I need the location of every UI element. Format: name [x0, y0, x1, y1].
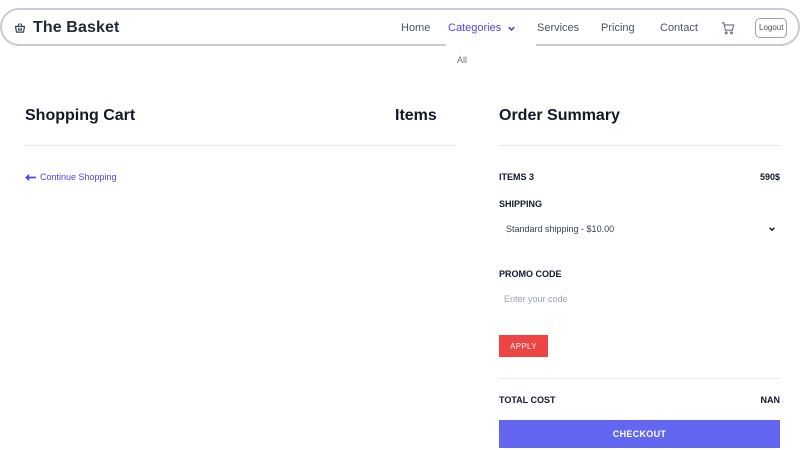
continue-shopping-label: Continue Shopping: [40, 172, 117, 182]
logout-button[interactable]: Logout: [755, 18, 788, 38]
category-item-all[interactable]: All: [457, 55, 467, 65]
promo-code-input[interactable]: [499, 287, 780, 311]
items-heading: Items: [395, 107, 437, 124]
chevron-down-icon: [769, 227, 775, 232]
promo-label: PROMO CODE: [499, 269, 562, 279]
navbar-gap: [446, 42, 536, 50]
nav-categories-label: Categories: [448, 22, 502, 34]
shipping-label: SHIPPING: [499, 199, 543, 209]
arrow-left-icon: [25, 173, 36, 181]
summary-divider-top: [499, 145, 780, 146]
nav-contact[interactable]: Contact: [660, 22, 698, 34]
total-cost-label: TOTAL COST: [499, 395, 556, 405]
apply-button[interactable]: APPLY: [499, 335, 548, 357]
cart-title: Shopping Cart: [25, 107, 136, 124]
nav-home[interactable]: Home: [401, 22, 430, 34]
summary-divider-bottom: [499, 378, 780, 379]
nav-services[interactable]: Services: [537, 22, 579, 34]
total-cost-value: NAN: [760, 395, 781, 405]
cart-icon[interactable]: [721, 21, 735, 35]
nav-categories[interactable]: Categories: [448, 22, 516, 34]
chevron-down-icon: [508, 26, 515, 31]
shipping-selected-value: Standard shipping - $10.00: [506, 224, 615, 234]
items-count-label: ITEMS 3: [499, 172, 535, 182]
checkout-button[interactable]: CHECKOUT: [499, 420, 780, 448]
nav-pricing[interactable]: Pricing: [601, 22, 635, 34]
cart-divider: [25, 145, 455, 146]
basket-icon: [14, 23, 26, 33]
summary-title: Order Summary: [499, 107, 620, 124]
brand[interactable]: The Basket: [14, 19, 119, 37]
navbar: The Basket Home Categories Services Pric…: [0, 8, 800, 46]
continue-shopping-link[interactable]: Continue Shopping: [25, 172, 117, 182]
items-total: 590$: [759, 172, 780, 182]
shipping-select[interactable]: Standard shipping - $10.00: [499, 216, 780, 242]
brand-name: The Basket: [33, 19, 120, 36]
